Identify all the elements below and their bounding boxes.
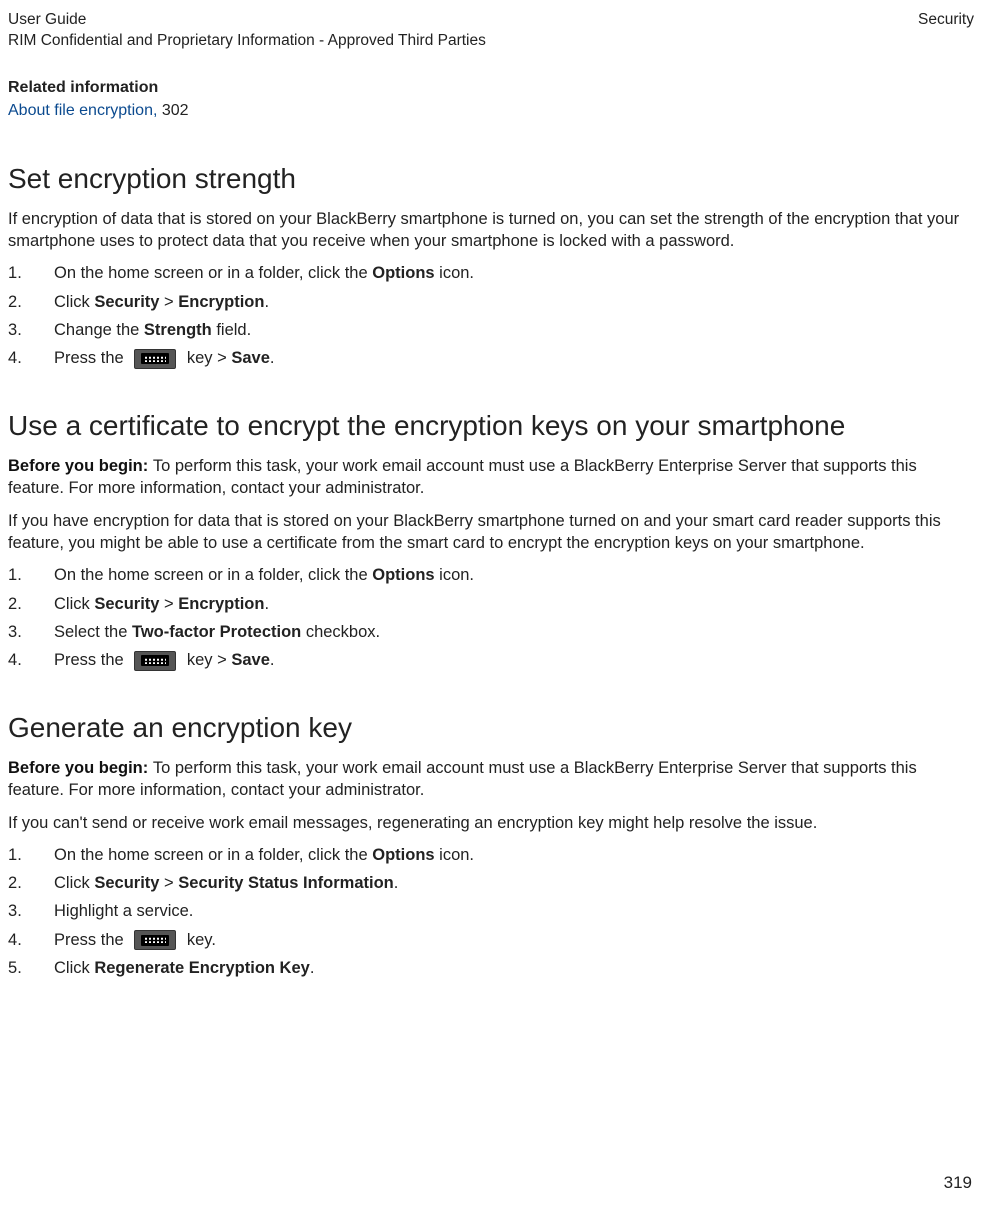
page-header: User Guide RIM Confidential and Propriet…	[8, 10, 974, 52]
step-item: On the home screen or in a folder, click…	[8, 844, 974, 866]
step-text: Press the key.	[54, 929, 216, 951]
step-item: Press the key > Save.	[8, 649, 974, 671]
step-text: Select the Two-factor Protection checkbo…	[54, 621, 380, 643]
steps-generate-key: On the home screen or in a folder, click…	[8, 844, 974, 979]
blackberry-menu-key-icon	[134, 349, 176, 369]
blackberry-menu-key-icon	[134, 930, 176, 950]
step-item: Press the key.	[8, 929, 974, 951]
step-text: On the home screen or in a folder, click…	[54, 844, 474, 866]
step-item: Highlight a service.	[8, 900, 974, 922]
related-link[interactable]: About file encryption,	[8, 102, 162, 119]
step-item: On the home screen or in a folder, click…	[8, 262, 974, 284]
step-item: Change the Strength field.	[8, 319, 974, 341]
step-text: Highlight a service.	[54, 900, 193, 922]
intro-use-certificate: If you have encryption for data that is …	[8, 510, 974, 555]
related-info-heading: Related information	[8, 77, 974, 99]
step-text: Press the key > Save.	[54, 347, 275, 369]
step-item: Select the Two-factor Protection checkbo…	[8, 621, 974, 643]
step-item: Click Security > Encryption.	[8, 291, 974, 313]
byb-label: Before you begin:	[8, 457, 153, 475]
step-text: Click Regenerate Encryption Key.	[54, 957, 314, 979]
heading-set-encryption-strength: Set encryption strength	[8, 160, 974, 198]
step-text: Press the key > Save.	[54, 649, 275, 671]
related-link-line: About file encryption, 302	[8, 100, 974, 122]
header-left: User Guide RIM Confidential and Propriet…	[8, 10, 486, 52]
step-text: Click Security > Encryption.	[54, 291, 269, 313]
heading-generate-key: Generate an encryption key	[8, 709, 974, 747]
blackberry-menu-key-icon	[134, 651, 176, 671]
steps-use-certificate: On the home screen or in a folder, click…	[8, 564, 974, 671]
step-item: On the home screen or in a folder, click…	[8, 564, 974, 586]
step-item: Press the key > Save.	[8, 347, 974, 369]
before-you-begin-certificate: Before you begin: To perform this task, …	[8, 455, 974, 500]
step-text: On the home screen or in a folder, click…	[54, 564, 474, 586]
heading-use-certificate: Use a certificate to encrypt the encrypt…	[8, 407, 974, 445]
guide-title: User Guide	[8, 10, 486, 31]
steps-set-encryption-strength: On the home screen or in a folder, click…	[8, 262, 974, 369]
page-number: 319	[944, 1172, 972, 1195]
intro-generate-key: If you can't send or receive work email …	[8, 812, 974, 834]
step-item: Click Security > Security Status Informa…	[8, 872, 974, 894]
step-text: Click Security > Security Status Informa…	[54, 872, 398, 894]
step-text: Click Security > Encryption.	[54, 593, 269, 615]
before-you-begin-generate: Before you begin: To perform this task, …	[8, 757, 974, 802]
step-item: Click Security > Encryption.	[8, 593, 974, 615]
byb-label: Before you begin:	[8, 759, 153, 777]
step-text: On the home screen or in a folder, click…	[54, 262, 474, 284]
step-text: Change the Strength field.	[54, 319, 251, 341]
confidential-notice: RIM Confidential and Proprietary Informa…	[8, 31, 486, 52]
step-item: Click Regenerate Encryption Key.	[8, 957, 974, 979]
related-page-ref: 302	[162, 102, 189, 119]
section-name: Security	[918, 10, 974, 52]
intro-set-encryption-strength: If encryption of data that is stored on …	[8, 208, 974, 253]
